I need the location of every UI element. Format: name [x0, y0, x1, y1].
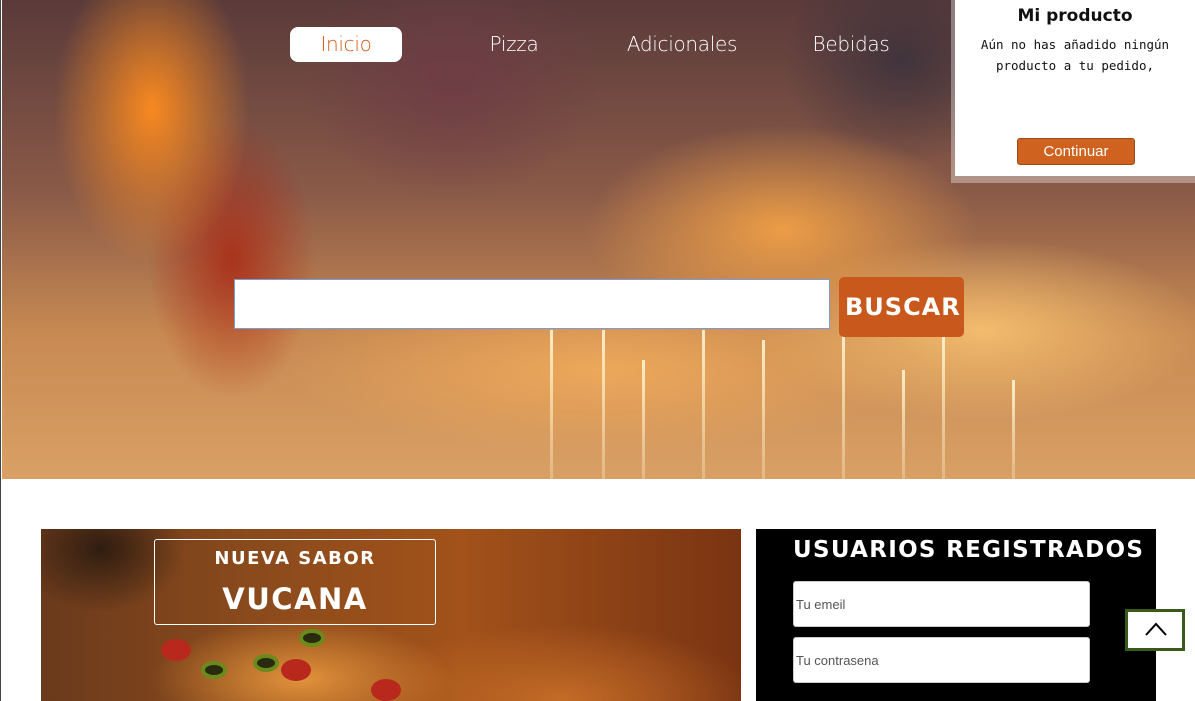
pepperoni-decoration: [371, 679, 401, 701]
cheese-strand: [902, 370, 905, 479]
password-field[interactable]: [793, 637, 1090, 683]
cheese-strand: [602, 330, 605, 479]
cheese-strand: [762, 340, 765, 479]
olive-decoration: [299, 629, 325, 647]
continue-button[interactable]: Continuar: [1017, 138, 1135, 165]
nav-item-inicio[interactable]: Inicio: [290, 27, 402, 62]
login-title: USUARIOS REGISTRADOS: [793, 537, 1145, 563]
search-button[interactable]: BUSCAR: [839, 277, 964, 337]
cheese-strand: [842, 330, 845, 479]
cheese-strand: [702, 330, 705, 479]
olive-decoration: [201, 661, 227, 679]
email-field[interactable]: [793, 581, 1090, 627]
promo-banner[interactable]: NUEVA SABOR VUCANA: [41, 529, 741, 701]
cart-title: Mi producto: [1017, 6, 1133, 26]
cheese-strand: [942, 330, 945, 479]
login-panel: USUARIOS REGISTRADOS: [756, 529, 1156, 701]
search-input[interactable]: [234, 279, 830, 329]
scroll-top-button[interactable]: [1125, 609, 1185, 651]
cart-panel: Mi producto Aún no has añadido ningún pr…: [951, 0, 1195, 183]
promo-title: VUCANA: [222, 582, 368, 616]
cheese-strand: [1012, 380, 1015, 479]
cheese-strand: [550, 330, 553, 479]
promo-subtitle: NUEVA SABOR: [214, 548, 376, 569]
olive-decoration: [253, 654, 279, 672]
nav-item-adicionales[interactable]: Adicionales: [620, 27, 744, 62]
pepperoni-decoration: [161, 639, 191, 661]
cart-empty-message: Aún no has añadido ningún producto a tu …: [980, 37, 1170, 73]
chevron-up-icon: [1145, 622, 1167, 636]
cart-panel-body: Mi producto Aún no has añadido ningún pr…: [955, 0, 1195, 176]
nav-item-pizza[interactable]: Pizza: [470, 27, 558, 62]
promo-label-box: NUEVA SABOR VUCANA: [154, 539, 436, 625]
pepperoni-decoration: [281, 659, 311, 681]
cheese-strand: [642, 360, 645, 479]
nav-item-bebidas[interactable]: Bebidas: [802, 27, 900, 62]
